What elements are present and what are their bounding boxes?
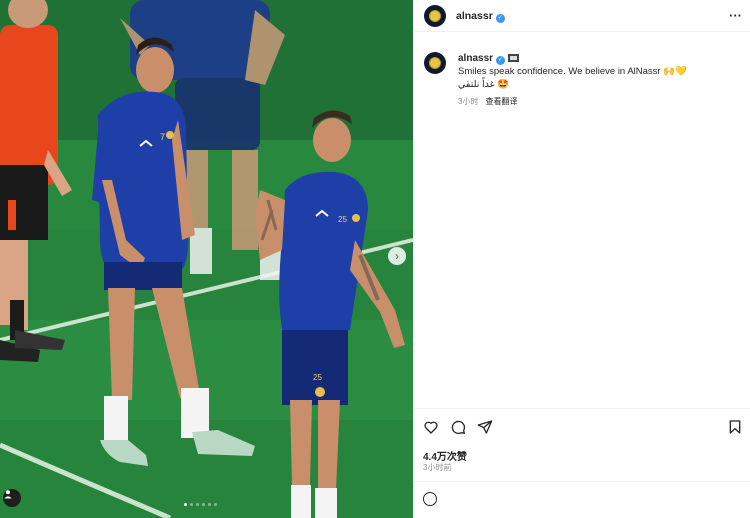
heart-icon[interactable]: [423, 419, 439, 435]
action-bar: [423, 419, 743, 437]
flag-icon: [508, 54, 520, 62]
carousel-dot: [190, 503, 193, 506]
carousel-dot: [214, 503, 217, 506]
caption-avatar[interactable]: [424, 52, 446, 74]
post-sidebar: alnassr ✓ ··· alnassr ✓ Smiles speak confi…: [413, 0, 750, 518]
post-time: 3小时前: [423, 463, 452, 472]
caption-meta: 3小时 查看翻译: [458, 96, 517, 107]
caption-text: Smiles speak confidence. We believe in A…: [458, 66, 687, 77]
club-crest-icon: [429, 57, 441, 69]
post-header: alnassr ✓ ···: [413, 0, 750, 32]
bookmark-icon[interactable]: [727, 419, 743, 435]
caption-arabic: غداً نلتقي 🤩: [458, 79, 510, 90]
caption-time: 3小时: [458, 97, 479, 106]
caption: alnassr ✓ Smiles speak confidence. We bel…: [458, 52, 738, 91]
carousel-dot: [208, 503, 211, 506]
verified-icon: ✓: [495, 14, 505, 23]
see-translation-link[interactable]: 查看翻译: [485, 97, 517, 106]
svg-text:25: 25: [338, 215, 347, 224]
caption-username[interactable]: alnassr: [458, 53, 493, 64]
comment-row: [423, 489, 743, 511]
comment-icon[interactable]: [450, 419, 466, 435]
carousel-indicator: [184, 503, 217, 506]
divider: [413, 408, 750, 409]
post-media[interactable]: 7 25 25 ›: [0, 0, 413, 518]
svg-text:7: 7: [160, 132, 165, 142]
more-icon[interactable]: ···: [729, 8, 742, 23]
carousel-dot: [196, 503, 199, 506]
header-username-text[interactable]: alnassr: [456, 10, 493, 22]
carousel-dot: [202, 503, 205, 506]
svg-text:25: 25: [313, 373, 322, 382]
next-arrow-icon[interactable]: ›: [388, 247, 406, 265]
comment-input[interactable]: [445, 491, 705, 507]
share-icon[interactable]: [477, 419, 493, 435]
carousel-dot: [184, 503, 187, 506]
verified-icon: ✓: [496, 56, 506, 65]
header-username[interactable]: alnassr ✓: [456, 10, 505, 23]
divider: [413, 481, 750, 482]
likes-count[interactable]: 4.4万次赞: [423, 448, 467, 463]
club-crest-icon: [429, 10, 441, 22]
avatar[interactable]: [424, 5, 446, 27]
emoji-icon[interactable]: [423, 492, 437, 506]
user-tag-icon[interactable]: [3, 489, 21, 507]
training-photo: 7 25 25: [0, 0, 413, 518]
